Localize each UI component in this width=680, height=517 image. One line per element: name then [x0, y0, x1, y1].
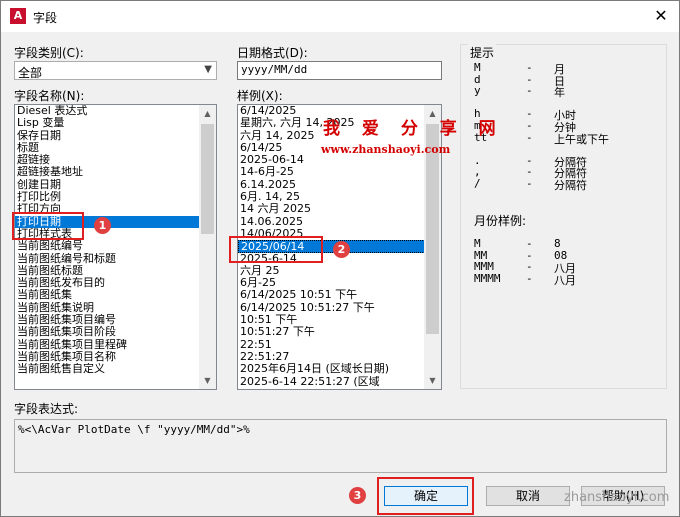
field-names-list[interactable]: Diesel 表达式 Lisp 变量 保存日期 标题 超链接 超链接基地址 创建日期 打印比例… [14, 104, 217, 390]
watermark-url: www.zhanshaoyi.com [321, 143, 451, 156]
example-item[interactable]: 6/14/2025 10:51 下午 [238, 289, 441, 301]
field-category-value: 全部 [18, 66, 43, 80]
field-name-item[interactable]: 超链接基地址 [15, 166, 216, 178]
annotation-badge-3: 3 [349, 487, 366, 504]
example-item[interactable]: 6/14/2025 10:51:27 下午 [238, 302, 441, 314]
field-name-item[interactable]: 当前图纸集项目阶段 [15, 326, 216, 338]
date-format-value: yyyy/MM/dd [241, 63, 308, 76]
hint-meaning: 年 [554, 86, 565, 100]
field-name-item[interactable]: 当前图纸集项目编号 [15, 314, 216, 326]
field-name-item[interactable]: 当前图纸集项目名称 [15, 351, 216, 363]
hint-dash: - [526, 84, 533, 98]
field-name-item[interactable]: 超链接 [15, 154, 216, 166]
field-name-item[interactable]: 当前图纸发布目的 [15, 277, 216, 289]
example-item[interactable]: 6月-25 [238, 277, 441, 289]
field-category-label: 字段类别(C): [14, 46, 84, 60]
hint-meaning: 八月 [554, 273, 576, 287]
chevron-down-icon[interactable]: ▼ [204, 64, 212, 75]
month-samples-title: 月份样例: [474, 214, 527, 228]
hints-title: 提示 [468, 44, 497, 61]
field-name-item[interactable]: 当前图纸编号 [15, 240, 216, 252]
example-item[interactable]: 10:51 下午 [238, 314, 441, 326]
annotation-box-1 [12, 212, 84, 240]
field-name-item[interactable]: 当前图纸标题 [15, 265, 216, 277]
field-name-item[interactable]: 当前图纸售自定义 [15, 363, 216, 375]
field-expression-box: %<\AcVar PlotDate \f "yyyy/MM/dd">% [14, 419, 667, 473]
field-name-item[interactable]: Diesel 表达式 [15, 105, 216, 117]
annotation-box-3 [377, 477, 474, 515]
scroll-thumb[interactable] [201, 124, 214, 234]
examples-label: 样例(X): [237, 89, 283, 103]
title-bar: A 字段 ✕ [1, 1, 679, 32]
dialog-title: 字段 [33, 11, 58, 25]
hint-dash: - [526, 271, 533, 285]
field-name-item[interactable]: 当前图纸集项目里程碑 [15, 339, 216, 351]
annotation-badge-1: 1 [94, 217, 111, 234]
annotation-badge-2: 2 [333, 241, 350, 258]
scroll-down-icon[interactable]: ▼ [199, 372, 216, 389]
example-item[interactable]: 2025-6-14 22:51:27 (区域 [238, 376, 441, 388]
scroll-down-icon[interactable]: ▼ [424, 372, 441, 389]
hint-dash: - [526, 130, 533, 144]
example-item[interactable]: 14.06.2025 [238, 216, 441, 228]
example-item[interactable]: 14 六月 2025 [238, 203, 441, 215]
hint-meaning: 上午或下午 [554, 132, 609, 146]
field-expression-label: 字段表达式: [14, 402, 79, 416]
example-item[interactable]: 10:51:27 下午 [238, 326, 441, 338]
field-name-item[interactable]: 打印比例 [15, 191, 216, 203]
example-item[interactable]: 22:51 [238, 339, 441, 351]
example-item[interactable]: 6月. 14, 25 [238, 191, 441, 203]
field-name-item[interactable]: 创建日期 [15, 179, 216, 191]
example-item[interactable]: 2025-06-14 [238, 154, 441, 166]
scroll-up-icon[interactable]: ▲ [199, 105, 216, 122]
date-format-label: 日期格式(D): [237, 46, 308, 60]
field-expression-value: %<\AcVar PlotDate \f "yyyy/MM/dd">% [18, 423, 250, 436]
field-name-item[interactable]: 标题 [15, 142, 216, 154]
watermark-corner: zhanshaoyi.com [564, 490, 670, 505]
annotation-box-2 [229, 236, 323, 263]
hint-code: MMMM [474, 271, 501, 285]
example-item[interactable]: 14-6月-25 [238, 166, 441, 178]
field-name-item[interactable]: 当前图纸编号和标题 [15, 253, 216, 265]
field-dialog: A 字段 ✕ 字段类别(C): 全部 ▼ 字段名称(N): Diesel 表达式… [0, 0, 680, 517]
example-item[interactable]: 6.14.2025 [238, 179, 441, 191]
field-names-scrollbar[interactable]: ▲ ▼ [199, 105, 216, 389]
autocad-app-icon: A [10, 8, 26, 24]
hint-dash: - [526, 177, 533, 190]
close-icon[interactable]: ✕ [649, 5, 673, 27]
field-name-item[interactable]: Lisp 变量 [15, 117, 216, 129]
field-name-item[interactable]: 当前图纸集 [15, 289, 216, 301]
field-name-item[interactable]: 保存日期 [15, 130, 216, 142]
example-item[interactable]: 2025年6月14日 (区域长日期) [238, 363, 441, 375]
cancel-button[interactable]: 取消 [486, 486, 570, 506]
field-names-label: 字段名称(N): [14, 89, 85, 103]
watermark-site-name: 我 爱 分 享 网 [323, 119, 504, 139]
field-name-item[interactable]: 当前图纸集说明 [15, 302, 216, 314]
date-format-input[interactable]: yyyy/MM/dd [237, 61, 442, 80]
field-category-dropdown[interactable]: 全部 ▼ [14, 61, 217, 80]
hint-code: / [474, 177, 481, 190]
field-names-rows: Diesel 表达式 Lisp 变量 保存日期 标题 超链接 超链接基地址 创建日期 打印比例… [15, 105, 216, 376]
hint-code: y [474, 84, 481, 98]
hint-meaning: 分隔符 [554, 179, 587, 192]
example-item[interactable]: 22:51:27 [238, 351, 441, 363]
example-item[interactable]: 六月 25 [238, 265, 441, 277]
